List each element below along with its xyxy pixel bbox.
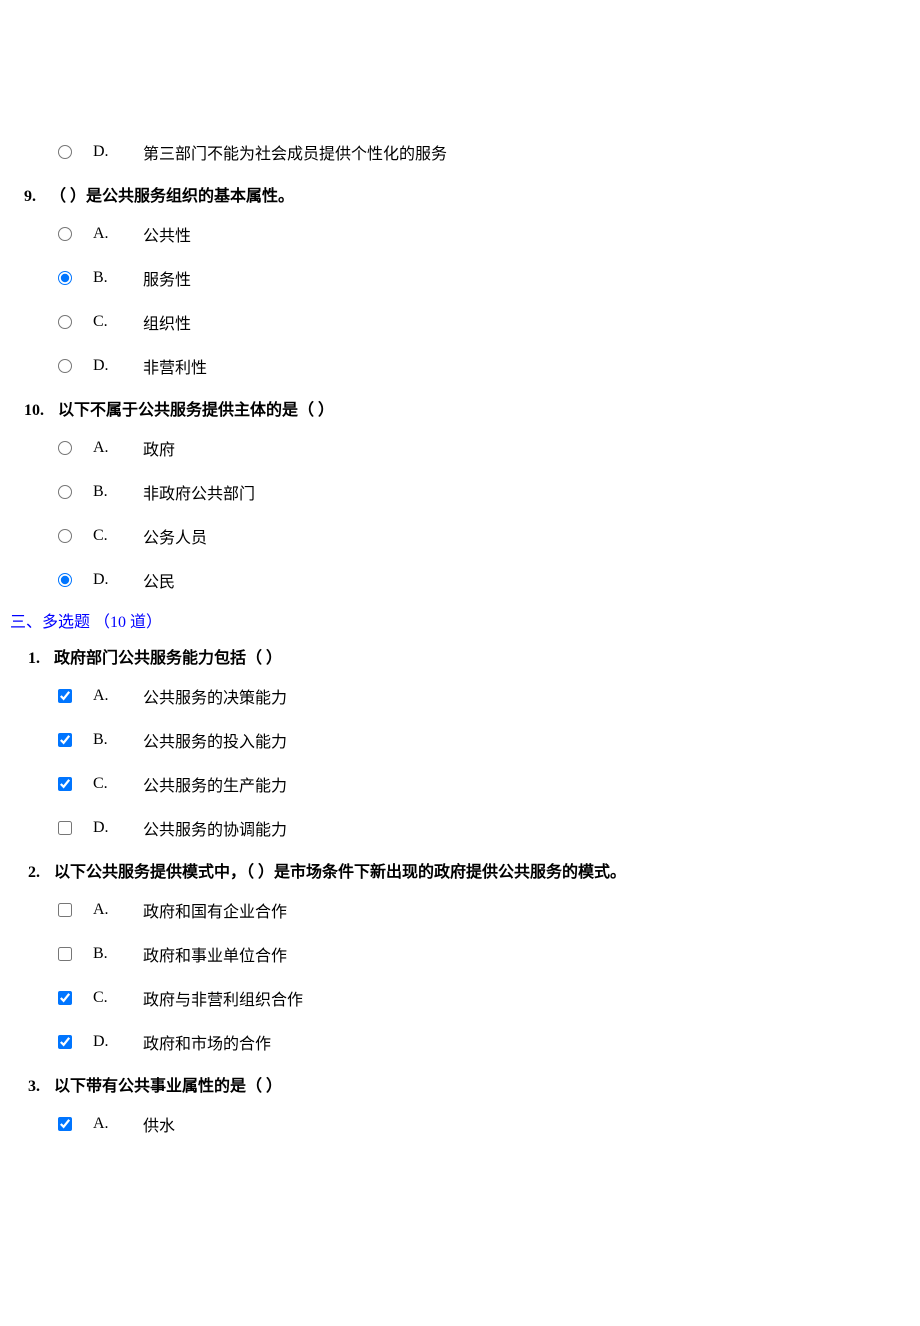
m3-checkbox-a[interactable] <box>58 1117 72 1131</box>
option-text: 公务人员 <box>143 524 207 548</box>
option-letter: D. <box>93 571 111 589</box>
option-letter: C. <box>93 989 111 1007</box>
option-text: 非营利性 <box>143 354 207 378</box>
option-text: 公共服务的生产能力 <box>143 772 287 796</box>
q10-number: 10. <box>24 402 44 419</box>
option-letter: C. <box>93 527 111 545</box>
multi-question-2-heading: 2. 以下公共服务提供模式中，（ ）是市场条件下新出现的政府提供公共服务的模式。 <box>10 850 910 888</box>
m2-checkbox-c[interactable] <box>58 991 72 1005</box>
option-text: 组织性 <box>143 310 191 334</box>
option-letter: A. <box>93 687 111 705</box>
m2-checkbox-b[interactable] <box>58 947 72 961</box>
q10-option-d: D. 公民 <box>10 558 910 602</box>
option-letter: A. <box>93 901 111 919</box>
option-letter: C. <box>93 775 111 793</box>
m1-number: 1. <box>28 650 40 667</box>
prev-option-d: D. 第三部门不能为社会成员提供个性化的服务 <box>10 130 910 174</box>
q10-radio-b[interactable] <box>58 485 72 499</box>
m2-option-c: C. 政府与非营利组织合作 <box>10 976 910 1020</box>
option-text: 非政府公共部门 <box>143 480 255 504</box>
question-9-heading: 9. （ ）是公共服务组织的基本属性。 <box>10 174 910 212</box>
m2-option-d: D. 政府和市场的合作 <box>10 1020 910 1064</box>
option-text: 供水 <box>143 1112 175 1136</box>
option-text: 服务性 <box>143 266 191 290</box>
option-text: 公共服务的决策能力 <box>143 684 287 708</box>
option-text: 公共性 <box>143 222 191 246</box>
m2-checkbox-a[interactable] <box>58 903 72 917</box>
q10-option-c: C. 公务人员 <box>10 514 910 558</box>
option-letter: C. <box>93 313 111 331</box>
option-text: 政府与非营利组织合作 <box>143 986 303 1010</box>
option-text: 政府和国有企业合作 <box>143 898 287 922</box>
q9-option-c: C. 组织性 <box>10 300 910 344</box>
q9-option-a: A. 公共性 <box>10 212 910 256</box>
option-letter: D. <box>93 357 111 375</box>
m2-checkbox-d[interactable] <box>58 1035 72 1049</box>
m2-option-b: B. 政府和事业单位合作 <box>10 932 910 976</box>
prev-radio-d[interactable] <box>58 145 72 159</box>
m1-option-d: D. 公共服务的协调能力 <box>10 806 910 850</box>
m1-checkbox-d[interactable] <box>58 821 72 835</box>
q9-radio-c[interactable] <box>58 315 72 329</box>
option-text: 政府和事业单位合作 <box>143 942 287 966</box>
option-letter: B. <box>93 269 111 287</box>
option-text: 公共服务的协调能力 <box>143 816 287 840</box>
option-letter: D. <box>93 819 111 837</box>
q9-option-b: B. 服务性 <box>10 256 910 300</box>
m1-checkbox-b[interactable] <box>58 733 72 747</box>
q10-radio-c[interactable] <box>58 529 72 543</box>
m2-option-a: A. 政府和国有企业合作 <box>10 888 910 932</box>
m1-checkbox-c[interactable] <box>58 777 72 791</box>
m1-checkbox-a[interactable] <box>58 689 72 703</box>
m3-number: 3. <box>28 1078 40 1095</box>
option-letter: D. <box>93 1033 111 1051</box>
m1-text: 政府部门公共服务能力包括（ ） <box>54 650 282 667</box>
m3-text: 以下带有公共事业属性的是（ ） <box>54 1078 282 1095</box>
q10-option-b: B. 非政府公共部门 <box>10 470 910 514</box>
option-letter: B. <box>93 945 111 963</box>
m2-number: 2. <box>28 864 40 881</box>
option-text: 政府和市场的合作 <box>143 1030 271 1054</box>
m3-option-a: A. 供水 <box>10 1102 910 1146</box>
q9-radio-b[interactable] <box>58 271 72 285</box>
option-letter: D. <box>93 143 111 161</box>
option-letter: B. <box>93 483 111 501</box>
option-text: 政府 <box>143 436 175 460</box>
q9-option-d: D. 非营利性 <box>10 344 910 388</box>
option-text: 公民 <box>143 568 175 592</box>
m2-text: 以下公共服务提供模式中，（ ）是市场条件下新出现的政府提供公共服务的模式。 <box>54 864 626 881</box>
option-letter: A. <box>93 225 111 243</box>
multi-question-1-heading: 1. 政府部门公共服务能力包括（ ） <box>10 636 910 674</box>
q9-radio-a[interactable] <box>58 227 72 241</box>
m1-option-b: B. 公共服务的投入能力 <box>10 718 910 762</box>
q9-radio-d[interactable] <box>58 359 72 373</box>
option-letter: A. <box>93 439 111 457</box>
m1-option-c: C. 公共服务的生产能力 <box>10 762 910 806</box>
question-10-heading: 10. 以下不属于公共服务提供主体的是（ ） <box>10 388 910 426</box>
option-text: 公共服务的投入能力 <box>143 728 287 752</box>
q9-number: 9. <box>24 188 36 205</box>
q10-text: 以下不属于公共服务提供主体的是（ ） <box>58 402 334 419</box>
q10-radio-a[interactable] <box>58 441 72 455</box>
section-multi-choice-heading: 三、多选题 （10 道） <box>10 602 910 636</box>
option-text: 第三部门不能为社会成员提供个性化的服务 <box>143 140 447 164</box>
q10-radio-d[interactable] <box>58 573 72 587</box>
option-letter: A. <box>93 1115 111 1133</box>
q9-text: （ ）是公共服务组织的基本属性。 <box>50 188 294 205</box>
multi-question-3-heading: 3. 以下带有公共事业属性的是（ ） <box>10 1064 910 1102</box>
q10-option-a: A. 政府 <box>10 426 910 470</box>
option-letter: B. <box>93 731 111 749</box>
m1-option-a: A. 公共服务的决策能力 <box>10 674 910 718</box>
